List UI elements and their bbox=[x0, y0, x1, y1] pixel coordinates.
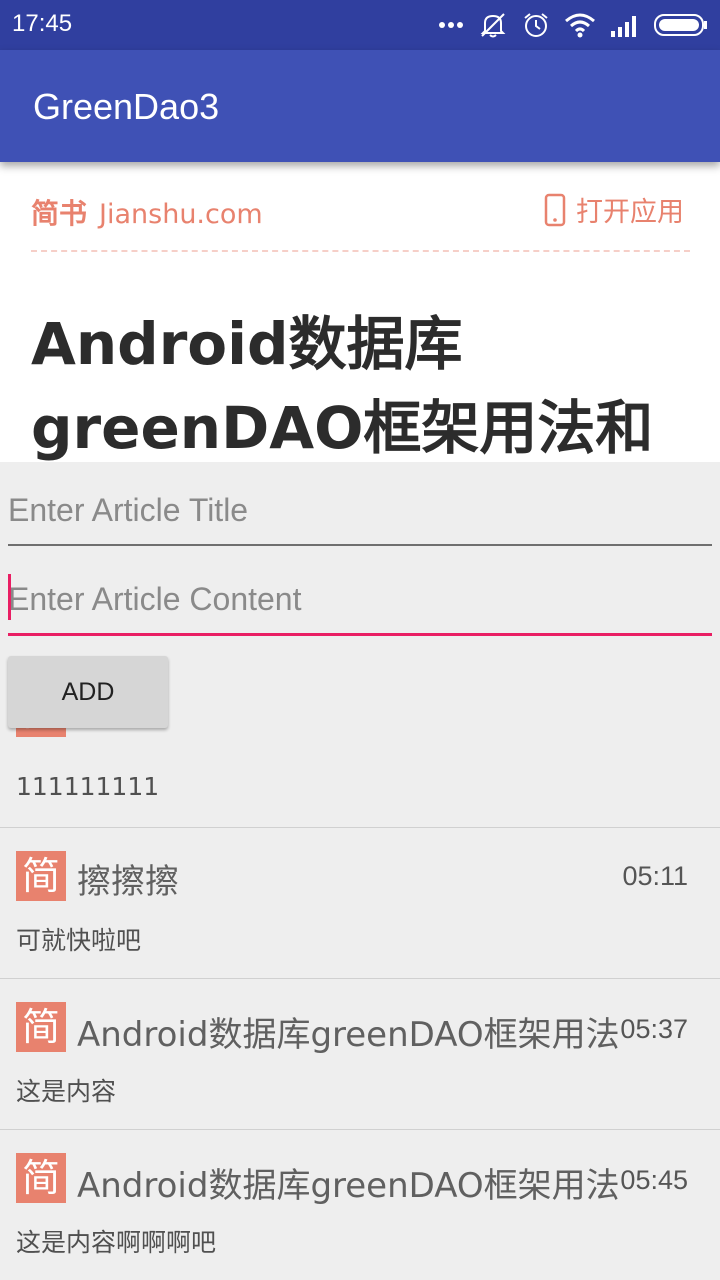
status-bar: 17:45 bbox=[0, 0, 720, 50]
article-content: 这是内容啊啊啊吧 bbox=[16, 1228, 217, 1257]
article-content: 111111111 bbox=[16, 772, 160, 801]
article-title: Android数据库greenDAO框架用法 bbox=[77, 1166, 620, 1206]
article-form: ADD bbox=[0, 462, 720, 732]
article-webview[interactable]: 简书 Jianshu.com 打开应用 Android数据库 greenDAO框… bbox=[0, 162, 720, 462]
jianshu-icon: 简 bbox=[16, 851, 66, 901]
list-item[interactable]: 简 Android数据库greenDAO框架用法 05:45 这是内容啊啊啊吧 bbox=[0, 1130, 720, 1280]
more-dots-icon bbox=[439, 22, 463, 28]
status-icons bbox=[438, 10, 708, 40]
signal-icon bbox=[611, 16, 636, 37]
list-item[interactable]: 简 Android数据库greenDAO框架用法 05:37 这是内容 bbox=[0, 979, 720, 1130]
article-list[interactable]: 简 111111111 简 擦擦擦 05:11 可就快啦吧 简 Android数… bbox=[0, 700, 720, 1280]
battery-icon bbox=[654, 14, 707, 36]
jianshu-brand[interactable]: 简书 Jianshu.com bbox=[31, 192, 263, 232]
article-content: 这是内容 bbox=[16, 1077, 117, 1106]
alarm-icon bbox=[524, 13, 548, 37]
jianshu-logo-text: 简书 bbox=[31, 197, 88, 230]
article-content-input[interactable] bbox=[8, 566, 712, 636]
article-title-input[interactable] bbox=[8, 476, 712, 546]
article-time: 05:11 bbox=[622, 861, 688, 891]
text-cursor bbox=[8, 574, 11, 620]
list-item[interactable]: 简 擦擦擦 05:11 可就快啦吧 bbox=[0, 828, 720, 979]
open-app-label: 打开应用 bbox=[576, 197, 684, 228]
phone-icon bbox=[544, 193, 566, 226]
app-title: GreenDao3 bbox=[33, 86, 220, 127]
open-app-button[interactable]: 打开应用 bbox=[544, 190, 684, 229]
status-time: 17:45 bbox=[12, 10, 73, 37]
jianshu-icon: 简 bbox=[16, 1002, 66, 1052]
article-heading-line-2: greenDAO框架用法和 bbox=[31, 394, 654, 462]
article-title: 擦擦擦 bbox=[77, 862, 179, 902]
article-time: 05:45 bbox=[620, 1165, 688, 1195]
mute-icon bbox=[480, 13, 506, 38]
jianshu-icon: 简 bbox=[16, 1153, 66, 1203]
article-heading-line-1: Android数据库 bbox=[31, 310, 463, 378]
jianshu-domain: Jianshu.com bbox=[99, 199, 263, 230]
wifi-icon bbox=[565, 13, 595, 38]
app-bar: GreenDao3 bbox=[0, 50, 720, 162]
dashed-divider bbox=[31, 250, 690, 252]
article-heading: Android数据库 greenDAO框架用法和 bbox=[31, 302, 681, 462]
article-title: Android数据库greenDAO框架用法 bbox=[77, 1015, 620, 1055]
article-time: 05:37 bbox=[620, 1014, 688, 1044]
add-button[interactable]: ADD bbox=[8, 656, 168, 728]
article-content: 可就快啦吧 bbox=[16, 926, 142, 955]
